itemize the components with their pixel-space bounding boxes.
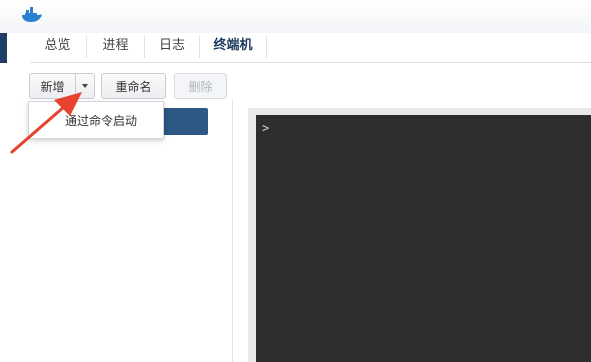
tab-processes[interactable]: 进程 xyxy=(87,33,144,62)
docker-whale-icon xyxy=(22,7,42,22)
new-dropdown-toggle[interactable] xyxy=(75,73,95,99)
container-station-window: 总览 进程 日志 终端机 新增 重命名 删除 通过命令启动 > xyxy=(0,0,591,362)
title-bar xyxy=(0,0,591,33)
tab-bar: 总览 进程 日志 终端机 xyxy=(30,33,591,63)
window-edge-accent xyxy=(0,33,7,63)
delete-button[interactable]: 删除 xyxy=(174,73,227,99)
tab-logs[interactable]: 日志 xyxy=(145,33,199,62)
new-dropdown-menu: 通过命令启动 xyxy=(28,101,164,139)
terminal-console[interactable]: > xyxy=(256,115,591,362)
rename-button[interactable]: 重命名 xyxy=(101,73,166,99)
caret-down-icon xyxy=(82,84,88,88)
menu-item-start-by-command[interactable]: 通过命令启动 xyxy=(65,112,137,129)
session-list-pane xyxy=(10,100,233,362)
tab-divider xyxy=(266,36,267,58)
tab-terminal[interactable]: 终端机 xyxy=(200,33,266,62)
terminal-prompt: > xyxy=(262,121,270,135)
new-button[interactable]: 新增 xyxy=(29,73,76,99)
tab-overview[interactable]: 总览 xyxy=(30,33,85,62)
